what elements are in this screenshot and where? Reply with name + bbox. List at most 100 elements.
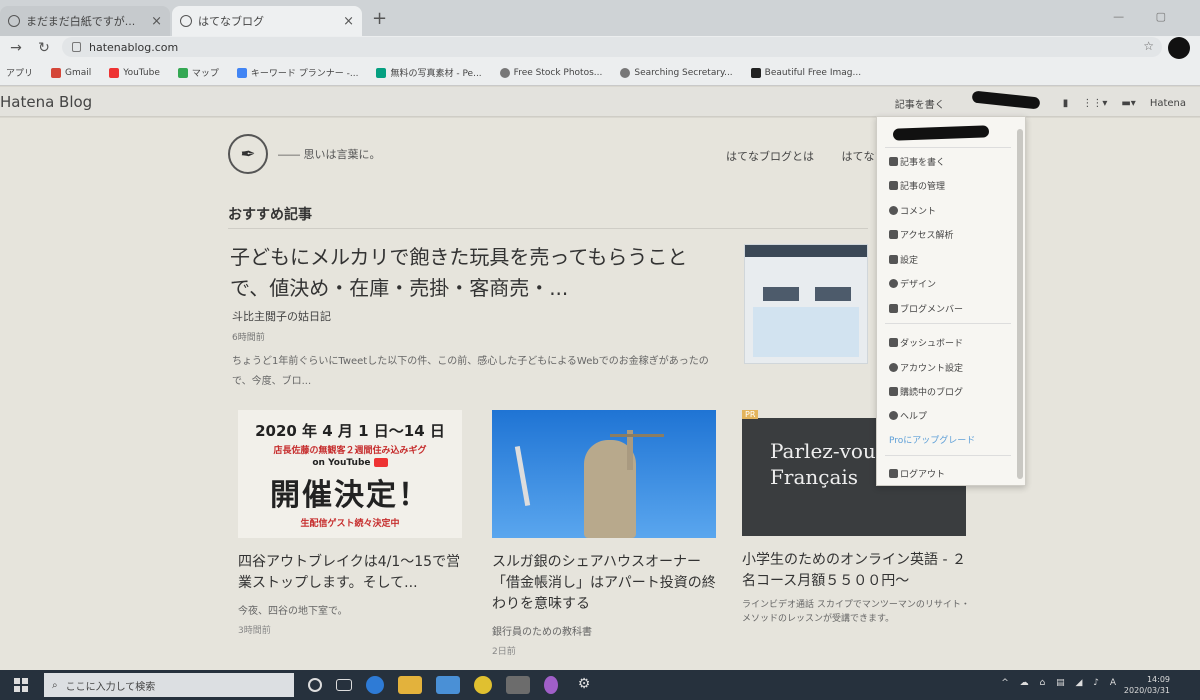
thumb-header-bar [745,245,867,257]
maps-icon [177,67,188,78]
menu-item-label: Proにアップグレード [889,436,976,446]
maps-pin-icon[interactable] [544,676,558,694]
menu-item-dashboard[interactable]: ダッシュボード [889,336,963,349]
browser-tab-2[interactable]: はてなブログ × [172,6,362,36]
browser-toolbar: → ↻ hatenablog.com ☆ [0,36,1200,60]
menu-item-manage[interactable]: 記事の管理 [889,179,945,192]
bookmark-icon[interactable]: ▮ [1063,98,1069,109]
hatena-blog-logo[interactable]: Hatena Blog [0,93,92,111]
article-title[interactable]: スルガ銀のシェアハウスオーナー「借金帳消し」はアパート投資の終わりを意味する [492,552,722,615]
settings-gear-icon[interactable]: ⚙ [572,676,596,694]
bookmark-maps[interactable]: マップ [177,66,219,79]
bookmark-icon [889,387,898,396]
hatena-link[interactable]: Hatena [1150,98,1186,109]
menu-item-label: 記事の管理 [900,182,946,192]
apps-grid-icon[interactable]: ⋮⋮▾ [1082,98,1107,109]
menu-item-comments[interactable]: コメント [889,204,936,217]
menu-item-members[interactable]: ブログメンバー [889,302,963,315]
bookmark-youtube[interactable]: YouTube [109,67,160,78]
write-post-link[interactable]: 記事を書く [895,96,945,111]
comment-icon [889,206,898,215]
menu-item-account[interactable]: アカウント設定 [889,361,963,374]
new-tab-button[interactable]: + [372,8,387,29]
page-favicon-icon [8,15,20,27]
menu-item-label: 購読中のブログ [900,388,964,398]
mail-icon[interactable] [436,676,460,694]
menu-item-settings[interactable]: 設定 [889,253,918,266]
featured-article-thumbnail[interactable] [744,244,868,364]
bookmark-label: 無料の写真素材 - Pe... [390,69,482,79]
windows-start-icon[interactable] [14,678,28,692]
featured-article-source[interactable]: 斗比主閲子の姑日記 [232,308,331,324]
redaction-mark [892,125,990,141]
bookmark-beautiful-free-images[interactable]: Beautiful Free Imag... [750,67,861,78]
file-explorer-icon[interactable] [398,676,422,694]
menu-item-label: ブログメンバー [900,305,964,315]
chrome-icon[interactable] [474,676,492,694]
menu-item-label: 記事を書く [900,158,946,168]
wrench-icon [889,255,898,264]
edit-icon [889,157,898,166]
article-card[interactable]: 2020 年 4 月 1 日〜14 日 店長佐藤の無観客２週間住み込みギグ on… [238,410,468,636]
taskbar-search-input[interactable]: ⌕ ここに入力して検索 [44,673,294,697]
gmail-icon [51,67,62,78]
menu-item-subscriptions[interactable]: 購読中のブログ [889,385,963,398]
browser-tab-1[interactable]: まだまだ白紙ですが... × [0,6,170,36]
youtube-icon [373,458,388,467]
members-icon [889,304,898,313]
cortana-icon[interactable] [308,678,322,692]
window-controls[interactable]: — ▢ [1113,10,1180,23]
article-source[interactable]: 今夜、四谷の地下室で。 [238,602,468,617]
article-card[interactable]: スルガ銀のシェアハウスオーナー「借金帳消し」はアパート投資の終わりを意味する 銀… [492,410,722,657]
menu-item-analytics[interactable]: アクセス解析 [889,228,954,241]
forward-arrow-icon[interactable]: → [4,40,28,56]
article-thumbnail-justice-statue [492,410,716,538]
url-text: hatenablog.com [89,40,179,54]
globe-icon [499,67,510,78]
close-tab-icon[interactable]: × [343,14,354,29]
system-clock[interactable]: 14:09 2020/03/31 [1124,674,1170,696]
menu-item-logout[interactable]: ログアウト [889,467,945,480]
poster-youtube-line: on YouTube [238,458,462,468]
bookmark-apps[interactable]: アプリ [6,66,33,79]
globe-icon [620,67,631,78]
menu-item-label: アクセス解析 [900,231,954,241]
featured-article-title[interactable]: 子どもにメルカリで飽きた玩具を売ってもらうことで、値決め・在庫・売掛・客商売・.… [230,242,710,304]
bookmark-label: Searching Secretary... [634,67,733,78]
address-bar[interactable]: hatenablog.com ☆ [62,37,1162,57]
system-tray-icons[interactable]: ^ ☁ ⌂ ▤ ◢ ♪ A [1001,678,1120,688]
nav-about-link[interactable]: はてなブログとは [726,150,814,163]
menu-item-design[interactable]: デザイン [889,277,936,290]
hatena-favicon-icon [180,15,192,27]
close-tab-icon[interactable]: × [151,14,162,29]
windows-taskbar: ⌕ ここに入力して検索 ⚙ ^ ☁ ⌂ ▤ ◢ ♪ A 14:09 2020/0… [0,670,1200,700]
notification-icon[interactable]: ▬▾ [1121,98,1135,109]
menu-item-upgrade-pro[interactable]: Proにアップグレード [889,433,975,446]
article-thumbnail-poster: 2020 年 4 月 1 日〜14 日 店長佐藤の無観客２週間住み込みギグ on… [238,410,462,538]
article-source[interactable]: 銀行員のための教科書 [492,623,722,638]
bookmark-keyword-planner[interactable]: キーワード プランナー -... [236,66,359,79]
browser-tab-strip: まだまだ白紙ですが... × はてなブログ × + — ▢ [0,0,1200,36]
bookmark-label: キーワード プランナー -... [250,69,359,79]
clock-time: 14:09 [1146,675,1170,684]
bookmark-gmail[interactable]: Gmail [51,67,91,78]
bookmark-searching-secretary[interactable]: Searching Secretary... [620,67,733,78]
search-placeholder: ここに入力して検索 [65,681,156,693]
article-title[interactable]: 四谷アウトブレイクは4/1〜15で営業ストップします。そして... [238,552,468,594]
bookmark-pexels[interactable]: 無料の写真素材 - Pe... [376,66,482,79]
section-divider [228,228,868,229]
sword-shape [514,446,531,506]
reload-icon[interactable]: ↻ [32,40,56,56]
ad-title[interactable]: 小学生のためのオンライン英語 - ２名コース月額５５００円〜 [742,550,972,592]
task-view-icon[interactable] [336,679,352,691]
bookmark-free-stock-photos[interactable]: Free Stock Photos... [499,67,602,78]
blog-brand[interactable]: ✒ ―― 思いは言葉に。 [228,134,381,174]
menu-item-write[interactable]: 記事を書く [889,155,945,168]
bookmark-star-icon[interactable]: ☆ [1143,39,1154,53]
tasks-app-icon[interactable] [506,676,530,694]
menu-scrollbar[interactable] [1017,129,1023,479]
edge-browser-icon[interactable] [366,676,384,694]
menu-item-help[interactable]: ヘルプ [889,409,927,422]
poster-headline: 開催決定！ [270,478,430,513]
profile-avatar[interactable] [1168,37,1190,59]
